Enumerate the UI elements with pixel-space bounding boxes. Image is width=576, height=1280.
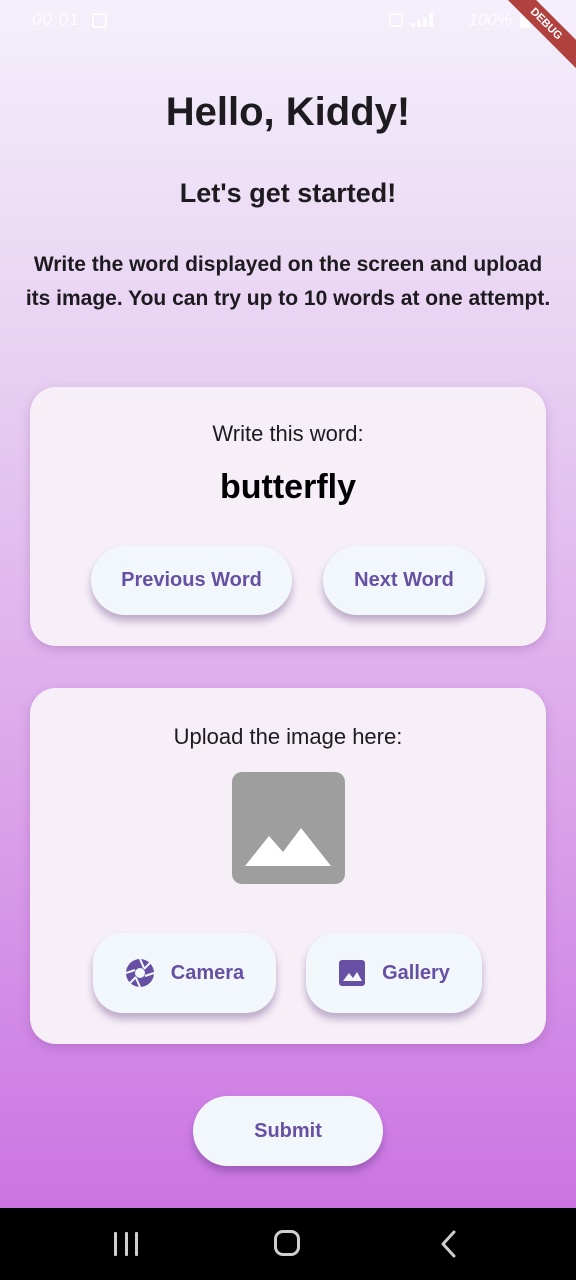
next-word-label: Next Word	[354, 569, 454, 591]
gallery-label: Gallery	[382, 961, 450, 984]
upload-image-label: Upload the image here:	[173, 724, 403, 749]
submit-button[interactable]: Submit	[193, 1096, 383, 1166]
status-bar: 00:01 100% DEBUG	[0, 0, 576, 74]
camera-label: Camera	[170, 961, 245, 984]
word-card: Write this word: butterfly Previous Word…	[30, 387, 546, 646]
mute-icon	[388, 13, 403, 27]
status-time: 00:01	[32, 10, 80, 29]
home-icon[interactable]	[274, 1230, 300, 1256]
signal-icon	[410, 13, 461, 27]
upload-card: Upload the image here: Camera Gallery	[30, 688, 546, 1044]
previous-word-label: Previous Word	[121, 569, 262, 591]
gallery-button[interactable]: Gallery	[306, 933, 482, 1013]
instructions-text: Write the word displayed on the screen a…	[25, 253, 551, 310]
previous-word-button[interactable]: Previous Word	[91, 546, 292, 615]
status-gallery-icon	[92, 13, 107, 28]
recents-icon[interactable]	[114, 1232, 138, 1256]
camera-shutter-icon	[125, 958, 155, 988]
status-indicators: 100%	[388, 10, 530, 30]
image-placeholder-icon	[232, 772, 345, 884]
page-subtitle: Let's get started!	[179, 178, 397, 208]
submit-label: Submit	[254, 1119, 322, 1142]
write-word-label: Write this word:	[212, 421, 364, 446]
gallery-icon	[338, 959, 366, 987]
target-word: butterfly	[220, 468, 356, 506]
back-icon[interactable]	[436, 1230, 462, 1258]
system-nav-bar	[0, 1208, 576, 1280]
next-word-button[interactable]: Next Word	[323, 546, 485, 615]
page-title: Hello, Kiddy!	[165, 90, 411, 134]
battery-percent: 100%	[468, 10, 512, 29]
camera-button[interactable]: Camera	[93, 933, 276, 1013]
